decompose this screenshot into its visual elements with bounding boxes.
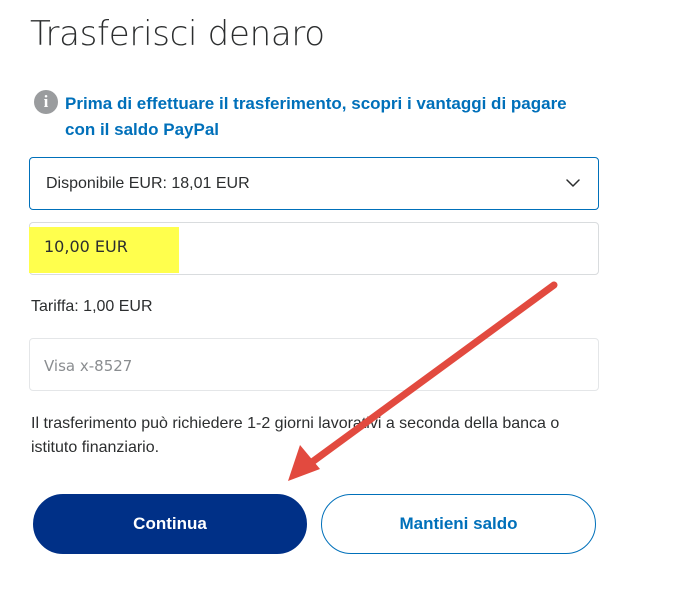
card-select[interactable]: Visa x-8527 — [29, 338, 599, 391]
fee-text: Tariffa: 1,00 EUR — [31, 298, 153, 315]
keep-balance-button[interactable]: Mantieni saldo — [321, 494, 596, 554]
amount-value: 10,00 EUR — [44, 237, 128, 256]
balance-select[interactable]: Disponibile EUR: 18,01 EUR — [29, 157, 599, 210]
chevron-down-icon — [566, 179, 580, 187]
transfer-notice: Il trasferimento può richiedere 1-2 gior… — [31, 415, 560, 456]
balance-select-value: Disponibile EUR: 18,01 EUR — [46, 175, 250, 192]
page-title: Trasferisci denaro — [30, 14, 325, 54]
info-icon: i — [34, 90, 58, 114]
continue-button[interactable]: Continua — [33, 494, 307, 554]
amount-input[interactable]: 10,00 EUR — [29, 222, 599, 275]
balance-benefits-link[interactable]: Prima di effettuare il trasferimento, sc… — [65, 91, 585, 143]
card-placeholder: Visa x-8527 — [44, 357, 133, 375]
